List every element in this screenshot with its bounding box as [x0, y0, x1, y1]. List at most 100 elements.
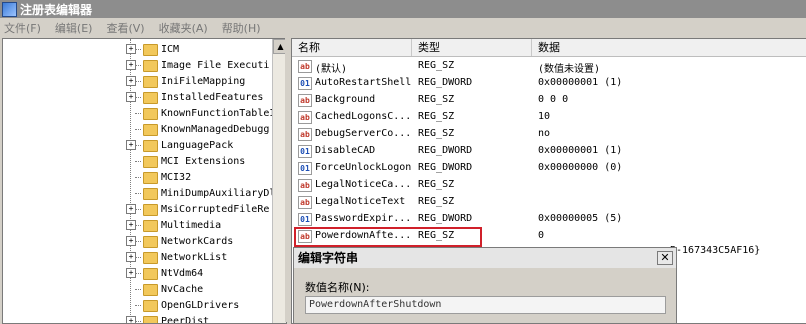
tree-connector — [135, 97, 141, 98]
value-name: AutoRestartShell — [315, 77, 411, 88]
tree-item-label: InstalledFeatures — [161, 92, 263, 103]
tree-item[interactable]: OpenGLDrivers — [3, 297, 273, 313]
tree-item[interactable]: KnownManagedDebugg — [3, 121, 273, 137]
tree-item[interactable]: MCI Extensions — [3, 153, 273, 169]
string-value-icon: ab — [298, 128, 312, 141]
menu-file[interactable]: 文件(F) — [0, 20, 45, 36]
tree-item-label: LanguagePack — [161, 140, 233, 151]
menu-help[interactable]: 帮助(H) — [218, 20, 265, 36]
value-row[interactable]: abCachedLogonsC...REG_SZ10 — [292, 109, 806, 126]
folder-icon — [143, 124, 158, 136]
tree-item[interactable]: +PeerDist — [3, 313, 273, 324]
tree-connector — [135, 145, 141, 146]
value-type: REG_SZ — [418, 196, 454, 207]
dword-value-icon: 01 — [298, 213, 312, 226]
tree-item-label: MsiCorruptedFileRe — [161, 204, 269, 215]
tree-item[interactable]: NvCache — [3, 281, 273, 297]
value-name: Background — [315, 94, 375, 105]
tree-connector — [135, 177, 141, 178]
folder-icon — [143, 268, 158, 280]
tree-connector — [135, 49, 141, 50]
tree-item-label: MCI Extensions — [161, 156, 245, 167]
column-header-data[interactable]: 数据 — [532, 39, 806, 56]
value-row[interactable]: 01ForceUnlockLogonREG_DWORD0x00000000 (0… — [292, 160, 806, 177]
tree-item-label: MCI32 — [161, 172, 191, 183]
folder-icon — [143, 172, 158, 184]
partial-data-text: B-167343C5AF16} — [670, 245, 760, 256]
tree-item-label: NtVdm64 — [161, 268, 203, 279]
tree-item-label: NetworkCards — [161, 236, 233, 247]
close-icon[interactable]: ✕ — [657, 251, 673, 265]
tree-item[interactable]: +MsiCorruptedFileRe — [3, 201, 273, 217]
tree-item[interactable]: +Multimedia — [3, 217, 273, 233]
value-name: CachedLogonsC... — [315, 111, 411, 122]
menu-edit[interactable]: 编辑(E) — [51, 20, 97, 36]
value-name: LegalNoticeCa... — [315, 179, 411, 190]
folder-icon — [143, 60, 158, 72]
value-name: ForceUnlockLogon — [315, 162, 411, 173]
tree-item[interactable]: MCI32 — [3, 169, 273, 185]
folder-icon — [143, 236, 158, 248]
value-row[interactable]: abLegalNoticeCa...REG_SZ — [292, 177, 806, 194]
column-header-type[interactable]: 类型 — [412, 39, 532, 56]
tree-item[interactable]: +NetworkList — [3, 249, 273, 265]
tree-connector — [135, 257, 141, 258]
menu-bar: 文件(F) 编辑(E) 查看(V) 收藏夹(A) 帮助(H) — [0, 18, 806, 38]
tree-item[interactable]: +NtVdm64 — [3, 265, 273, 281]
dword-value-icon: 01 — [298, 145, 312, 158]
value-type: REG_DWORD — [418, 213, 472, 224]
dialog-title: 编辑字符串 — [294, 248, 676, 268]
tree-item-label: IniFileMapping — [161, 76, 245, 87]
string-value-icon: ab — [298, 196, 312, 209]
registry-app-icon — [2, 2, 17, 17]
value-data: 0x00000001 (1) — [538, 77, 622, 88]
expand-icon[interactable]: + — [126, 316, 136, 324]
value-row[interactable]: ab(默认)REG_SZ(数值未设置) — [292, 58, 806, 75]
tree-item[interactable]: +InstalledFeatures — [3, 89, 273, 105]
tree-item-label: KnownManagedDebugg — [161, 124, 269, 135]
tree-item[interactable]: +LanguagePack — [3, 137, 273, 153]
string-value-icon: ab — [298, 60, 312, 73]
value-type: REG_DWORD — [418, 162, 472, 173]
value-name: LegalNoticeText — [315, 196, 405, 207]
tree-item[interactable]: +IniFileMapping — [3, 73, 273, 89]
tree-item[interactable]: +ICM — [3, 41, 273, 57]
registry-tree[interactable]: +ICM+Image File Executi+IniFileMapping+I… — [2, 38, 287, 324]
value-type: REG_SZ — [418, 94, 454, 105]
tree-connector — [135, 241, 141, 242]
value-type: REG_DWORD — [418, 77, 472, 88]
value-name-field[interactable]: PowerdownAfterShutdown — [305, 296, 666, 314]
value-row[interactable]: abDebugServerCo...REG_SZno — [292, 126, 806, 143]
menu-view[interactable]: 查看(V) — [102, 20, 148, 36]
tree-item[interactable]: +NetworkCards — [3, 233, 273, 249]
tree-connector — [135, 273, 141, 274]
string-value-icon: ab — [298, 94, 312, 107]
value-row[interactable]: 01DisableCADREG_DWORD0x00000001 (1) — [292, 143, 806, 160]
value-row[interactable]: abLegalNoticeText REG_SZ — [292, 194, 806, 211]
folder-icon — [143, 108, 158, 120]
tree-connector — [135, 209, 141, 210]
folder-icon — [143, 156, 158, 168]
value-row[interactable]: 01AutoRestartShellREG_DWORD0x00000001 (1… — [292, 75, 806, 92]
tree-connector — [135, 161, 141, 162]
tree-item[interactable]: +Image File Executi — [3, 57, 273, 73]
tree-connector — [135, 129, 141, 130]
tree-item-label: ICM — [161, 44, 179, 55]
value-name-label: 数值名称(N): — [305, 279, 370, 295]
tree-connector — [135, 193, 141, 194]
menu-favorites[interactable]: 收藏夹(A) — [155, 20, 212, 36]
column-header-name[interactable]: 名称 — [292, 39, 412, 56]
value-name: (默认) — [315, 60, 347, 75]
value-row[interactable]: abBackgroundREG_SZ0 0 0 — [292, 92, 806, 109]
string-value-icon: ab — [298, 179, 312, 192]
value-data: 0 — [538, 230, 544, 241]
tree-connector — [135, 305, 141, 306]
folder-icon — [143, 204, 158, 216]
folder-icon — [143, 44, 158, 56]
tree-item-label: KnownFunctionTableI — [161, 108, 275, 119]
tree-item[interactable]: MiniDumpAuxiliaryDl — [3, 185, 273, 201]
tree-item-label: MiniDumpAuxiliaryDl — [161, 188, 275, 199]
value-row[interactable]: 01PasswordExpir...REG_DWORD0x00000005 (5… — [292, 211, 806, 228]
folder-icon — [143, 188, 158, 200]
tree-item[interactable]: KnownFunctionTableI — [3, 105, 273, 121]
